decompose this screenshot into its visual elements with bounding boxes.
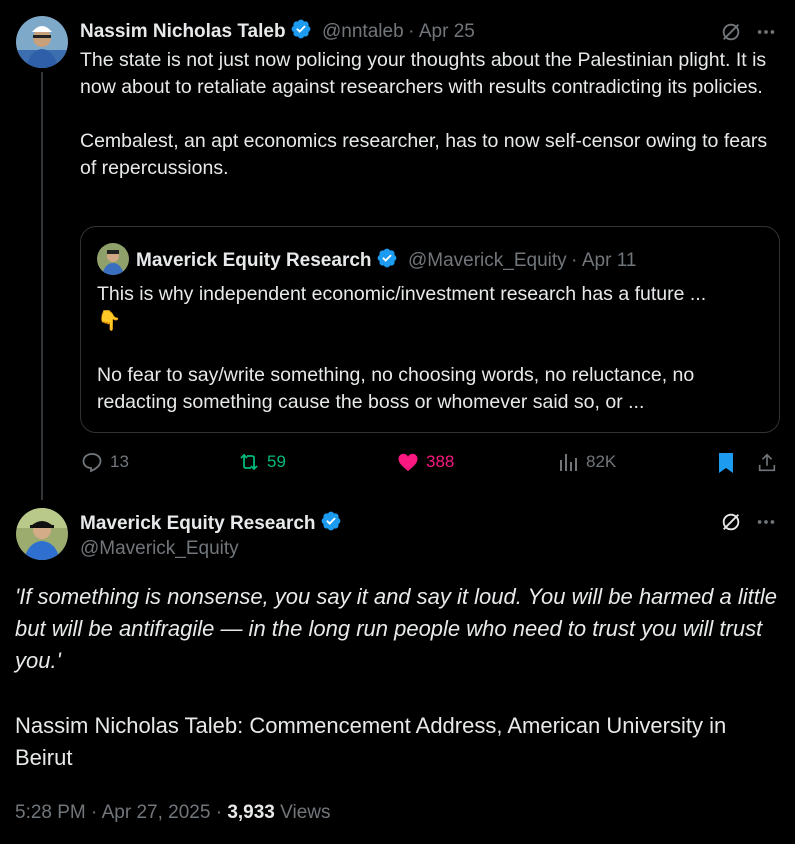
verified-badge-icon: [290, 18, 312, 45]
avatar-maverick-equity[interactable]: [16, 508, 68, 560]
quoted-paragraph: No fear to say/write something, no choos…: [97, 364, 695, 413]
tweet-metadata: 5:28 PM · Apr 27, 2025 · 3,933 Views: [15, 802, 330, 824]
tweet-full-date[interactable]: Apr 27, 2025: [102, 802, 211, 823]
separator: ·: [571, 250, 578, 271]
reply-count: 13: [110, 452, 129, 471]
quoted-date: Apr 11: [581, 250, 637, 271]
views-button[interactable]: 82K: [556, 450, 616, 474]
author-name[interactable]: Maverick Equity Research: [80, 513, 316, 534]
repost-icon: [240, 453, 258, 471]
quoted-tweet-card[interactable]: Maverick Equity Research @Maverick_Equit…: [80, 226, 780, 433]
tweet-paragraph: The state is not just now policing your …: [80, 49, 767, 98]
tweet-date[interactable]: Apr 25: [419, 21, 475, 42]
main-tweet-header: Maverick Equity Research: [80, 510, 342, 537]
separator: ·: [408, 21, 415, 42]
parent-tweet-header: Nassim Nicholas Taleb @nntaleb · Apr 25: [80, 18, 475, 45]
pointing-down-emoji: 👇: [97, 310, 122, 332]
quoted-header: Maverick Equity Research @Maverick_Equit…: [136, 247, 636, 274]
quoted-handle: @Maverick_Equity: [407, 250, 567, 271]
verified-badge-icon: [320, 510, 342, 537]
reply-icon: [82, 453, 102, 473]
views-total: 3,933: [227, 802, 275, 823]
tweet-paragraph: Cembalest, an apt economics researcher, …: [80, 130, 768, 179]
more-options-icon[interactable]: [754, 510, 778, 534]
views-bar-chart-icon: [560, 454, 577, 471]
avatar-nntaleb[interactable]: [16, 16, 68, 68]
repost-button[interactable]: 59: [237, 450, 286, 474]
separator: ·: [215, 802, 223, 823]
quoted-paragraph: This is why independent economic/investm…: [97, 283, 707, 305]
quoted-author-name: Maverick Equity Research: [136, 250, 372, 271]
grok-icon[interactable]: [719, 510, 743, 534]
quoted-text: This is why independent economic/investm…: [97, 281, 767, 416]
parent-tweet-text: The state is not just now policing your …: [80, 47, 780, 182]
views-count: 82K: [586, 452, 617, 471]
like-button[interactable]: 388: [396, 450, 454, 474]
repost-count: 59: [267, 452, 286, 471]
author-handle[interactable]: @nntaleb: [322, 21, 404, 42]
main-tweet-attribution: Nassim Nicholas Taleb: Commencement Addr…: [15, 713, 727, 770]
share-icon[interactable]: [755, 451, 779, 475]
thread-line: [41, 72, 43, 500]
tweet-time[interactable]: 5:28 PM: [15, 802, 86, 823]
quoted-avatar[interactable]: [97, 243, 129, 275]
bookmark-icon[interactable]: [714, 451, 738, 475]
main-tweet-quote: 'If something is nonsense, you say it an…: [15, 584, 777, 673]
author-name[interactable]: Nassim Nicholas Taleb: [80, 21, 286, 42]
separator: ·: [91, 802, 98, 823]
reply-button[interactable]: 13: [80, 450, 129, 474]
author-handle[interactable]: @Maverick_Equity: [80, 538, 239, 560]
like-count: 388: [426, 452, 455, 471]
verified-badge-icon: [376, 247, 398, 274]
views-label: Views: [280, 802, 331, 823]
heart-icon: [398, 453, 418, 471]
more-options-icon[interactable]: [754, 20, 778, 44]
grok-icon[interactable]: [719, 20, 743, 44]
